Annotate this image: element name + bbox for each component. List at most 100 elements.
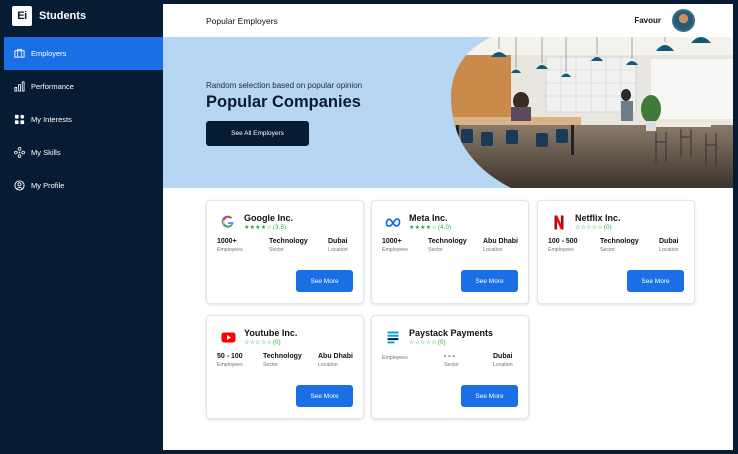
paystack-logo-icon — [385, 329, 401, 345]
brand-name: Students — [39, 10, 87, 22]
sidebar: Ei Students Employers Performance My Int… — [0, 0, 163, 454]
company-card-google: Google Inc. ★★★★☆(3.5) 1000+ Employees Te… — [206, 200, 364, 304]
see-more-button[interactable]: See More — [461, 270, 518, 292]
rating-count: (0) — [272, 340, 281, 346]
hero-subtitle: Random selection based on popular opinio… — [206, 81, 363, 90]
sidebar-nav: Employers Performance My Interests My Sk… — [4, 37, 163, 202]
stat-employees: 50 - 100 Employees — [217, 353, 243, 368]
company-card-paystack: Paystack Payments ☆☆☆☆☆(0) Employees - -… — [371, 315, 529, 419]
hero-title: Popular Companies — [206, 93, 361, 111]
company-name: Paystack Payments — [409, 328, 494, 338]
bar-chart-icon — [13, 81, 25, 93]
sidebar-item-label: Performance — [31, 82, 74, 91]
rating-count: (4.0) — [437, 225, 452, 231]
stat-label: Employees — [382, 247, 408, 253]
stat-label: Employees — [548, 247, 574, 253]
main-panel: Popular Employers Favour Random selectio… — [163, 4, 733, 450]
stat-label: Location — [659, 247, 679, 253]
stat-label: Employees — [217, 247, 243, 253]
star-icons: ★★★★☆ — [244, 225, 272, 231]
star-icons: ★★★★☆ — [409, 225, 437, 231]
stat-value: 50 - 100 — [217, 353, 243, 360]
company-name: Meta Inc. — [409, 213, 448, 223]
avatar[interactable] — [672, 9, 695, 32]
stat-value: 1000+ — [382, 238, 402, 245]
briefcase-icon — [13, 48, 25, 60]
see-more-button[interactable]: See More — [627, 270, 684, 292]
stat-label: Location — [493, 362, 513, 368]
star-icons: ☆☆☆☆☆ — [409, 340, 437, 346]
company-card-meta: Meta Inc. ★★★★☆(4.0) 1000+ Employees Tech… — [371, 200, 529, 304]
stat-label: Sector — [263, 362, 278, 368]
stat-label: Location — [328, 247, 348, 253]
stat-value: Abu Dhabi — [483, 238, 518, 245]
company-name: Netflix Inc. — [575, 213, 621, 223]
stat-value: Abu Dhabi — [318, 353, 353, 360]
stat-label: Sector — [444, 362, 459, 368]
sidebar-item-my-interests[interactable]: My Interests — [4, 103, 163, 136]
stat-label: Employees — [382, 355, 408, 361]
rating-count: (3.5) — [272, 225, 287, 231]
see-more-button[interactable]: See More — [296, 385, 353, 407]
page-title: Popular Employers — [206, 15, 278, 26]
stat-sector: Technology Sector — [600, 238, 639, 253]
netflix-logo-icon — [551, 214, 567, 230]
stat-label: Location — [318, 362, 338, 368]
sidebar-item-label: My Interests — [31, 115, 72, 124]
stat-label: Sector — [269, 247, 284, 253]
sidebar-item-my-profile[interactable]: My Profile — [4, 169, 163, 202]
stat-value: Technology — [269, 238, 308, 245]
stat-label: Sector — [600, 247, 615, 253]
company-card-youtube: Youtube Inc. ☆☆☆☆☆(0) 50 - 100 Employees … — [206, 315, 364, 419]
office-photo — [451, 37, 733, 188]
sidebar-item-performance[interactable]: Performance — [4, 70, 163, 103]
grid-icon — [13, 114, 25, 126]
youtube-logo-icon — [220, 329, 236, 345]
rating-stars: ★★★★☆(4.0) — [409, 224, 451, 231]
stat-value: Technology — [600, 238, 639, 245]
stat-location: Abu Dhabi Location — [318, 353, 353, 368]
company-name: Youtube Inc. — [244, 328, 298, 338]
user-menu[interactable]: Favour — [634, 9, 695, 32]
brand[interactable]: Ei Students — [12, 6, 86, 26]
stat-employees: 100 - 500 Employees — [548, 238, 578, 253]
sidebar-item-my-skills[interactable]: My Skills — [4, 136, 163, 169]
stat-sector: Technology Sector — [269, 238, 308, 253]
stat-location: Dubai Location — [659, 238, 679, 253]
rating-count: (0) — [603, 225, 612, 231]
rating-stars: ☆☆☆☆☆(0) — [244, 339, 281, 346]
sidebar-item-label: My Profile — [31, 181, 65, 190]
stat-location: Abu Dhabi Location — [483, 238, 518, 253]
company-card-netflix: Netflix Inc. ☆☆☆☆☆(0) 100 - 500 Employees… — [537, 200, 695, 304]
stat-location: Dubai Location — [493, 353, 513, 368]
rating-stars: ☆☆☆☆☆(0) — [575, 224, 612, 231]
stat-value: Dubai — [493, 353, 513, 360]
meta-logo-icon — [385, 214, 401, 230]
see-more-button[interactable]: See More — [461, 385, 518, 407]
sidebar-item-label: My Skills — [31, 148, 61, 157]
see-more-button[interactable]: See More — [296, 270, 353, 292]
stat-location: Dubai Location — [328, 238, 348, 253]
stat-label: Sector — [428, 247, 443, 253]
star-icons: ☆☆☆☆☆ — [575, 225, 603, 231]
stat-sector: - - - Sector — [444, 353, 459, 368]
see-all-employers-button[interactable]: See All Employers — [206, 121, 309, 146]
stat-label: Employees — [217, 362, 243, 368]
stat-value: - - - — [444, 353, 455, 360]
stat-employees: Employees — [382, 353, 408, 361]
stat-sector: Technology Sector — [428, 238, 467, 253]
top-bar: Popular Employers Favour — [163, 4, 733, 37]
hero-banner: Random selection based on popular opinio… — [163, 37, 733, 188]
stat-value: 100 - 500 — [548, 238, 578, 245]
rating-stars: ☆☆☆☆☆(0) — [409, 339, 446, 346]
google-logo-icon — [220, 214, 236, 230]
stat-employees: 1000+ Employees — [382, 238, 408, 253]
sidebar-item-employers[interactable]: Employers — [4, 37, 163, 70]
stat-value: 1000+ — [217, 238, 237, 245]
sidebar-item-label: Employers — [31, 49, 67, 58]
stat-label: Location — [483, 247, 503, 253]
skills-icon — [13, 147, 25, 159]
rating-count: (0) — [437, 340, 446, 346]
star-icons: ☆☆☆☆☆ — [244, 340, 272, 346]
stat-sector: Technology Sector — [263, 353, 302, 368]
